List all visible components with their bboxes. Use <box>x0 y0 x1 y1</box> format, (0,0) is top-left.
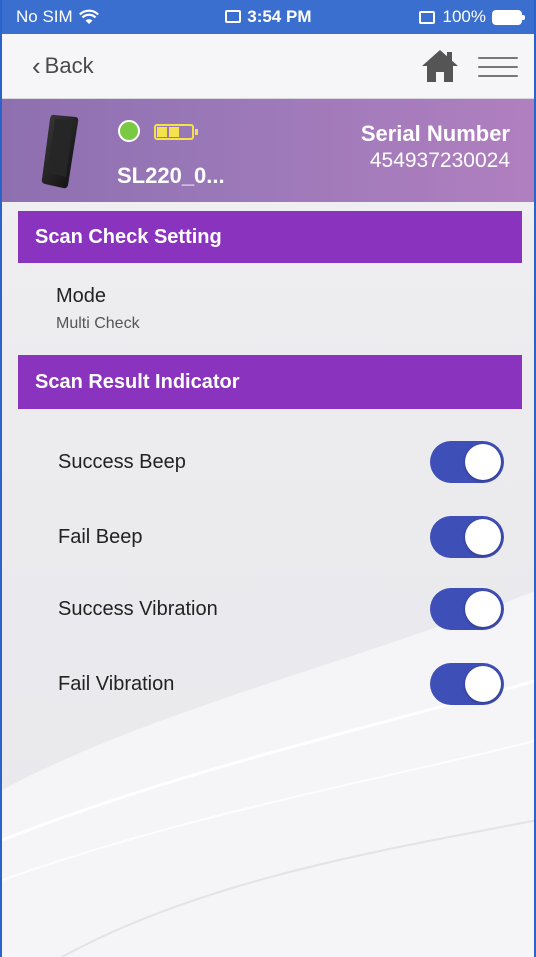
mode-setting[interactable]: Mode Multi Check <box>18 263 522 355</box>
mode-label: Mode <box>56 285 107 307</box>
fail-vibration-toggle[interactable] <box>430 663 504 705</box>
success-beep-row: Success Beep <box>18 424 522 500</box>
screen-mirror-icon <box>418 10 435 24</box>
menu-icon[interactable] <box>478 50 518 82</box>
scan-result-indicator-header: Scan Result Indicator <box>18 355 522 409</box>
device-battery-icon <box>154 124 198 140</box>
navigation-bar: ‹ Back <box>2 34 534 99</box>
success-vibration-label: Success Vibration <box>58 598 218 620</box>
success-vibration-toggle[interactable] <box>430 588 504 630</box>
device-header: SL220_0... Serial Number 454937230024 <box>2 99 534 202</box>
time-label: 3:54 PM <box>247 7 312 26</box>
chevron-left-icon: ‹ <box>32 51 41 81</box>
success-beep-label: Success Beep <box>58 451 186 473</box>
success-vibration-row: Success Vibration <box>18 571 522 647</box>
fail-vibration-label: Fail Vibration <box>58 673 175 695</box>
status-right: 100% <box>418 7 525 27</box>
fail-beep-label: Fail Beep <box>58 526 143 548</box>
device-name: SL220_0... <box>117 163 225 188</box>
scan-check-setting-header: Scan Check Setting <box>18 211 522 263</box>
fail-beep-row: Fail Beep <box>18 499 522 575</box>
back-button[interactable]: ‹ Back <box>32 53 94 79</box>
battery-percent: 100% <box>442 7 486 26</box>
scanner-device-icon <box>41 114 79 189</box>
serial-number-label: Serial Number <box>360 121 510 146</box>
battery-icon <box>492 9 525 25</box>
mode-value: Multi Check <box>56 315 140 332</box>
status-bar: No SIM 3:54 PM 100% <box>2 0 534 34</box>
connection-status-icon <box>118 120 140 142</box>
success-beep-toggle[interactable] <box>430 441 504 483</box>
fail-beep-toggle[interactable] <box>430 516 504 558</box>
app-screen: No SIM 3:54 PM 100% ‹ Back SL220_0... Se… <box>0 0 536 957</box>
fail-vibration-row: Fail Vibration <box>18 646 522 722</box>
screen-mirror-icon <box>224 10 241 23</box>
back-label: Back <box>44 53 94 78</box>
serial-number-value: 454937230024 <box>369 149 510 172</box>
home-icon[interactable] <box>420 48 460 84</box>
